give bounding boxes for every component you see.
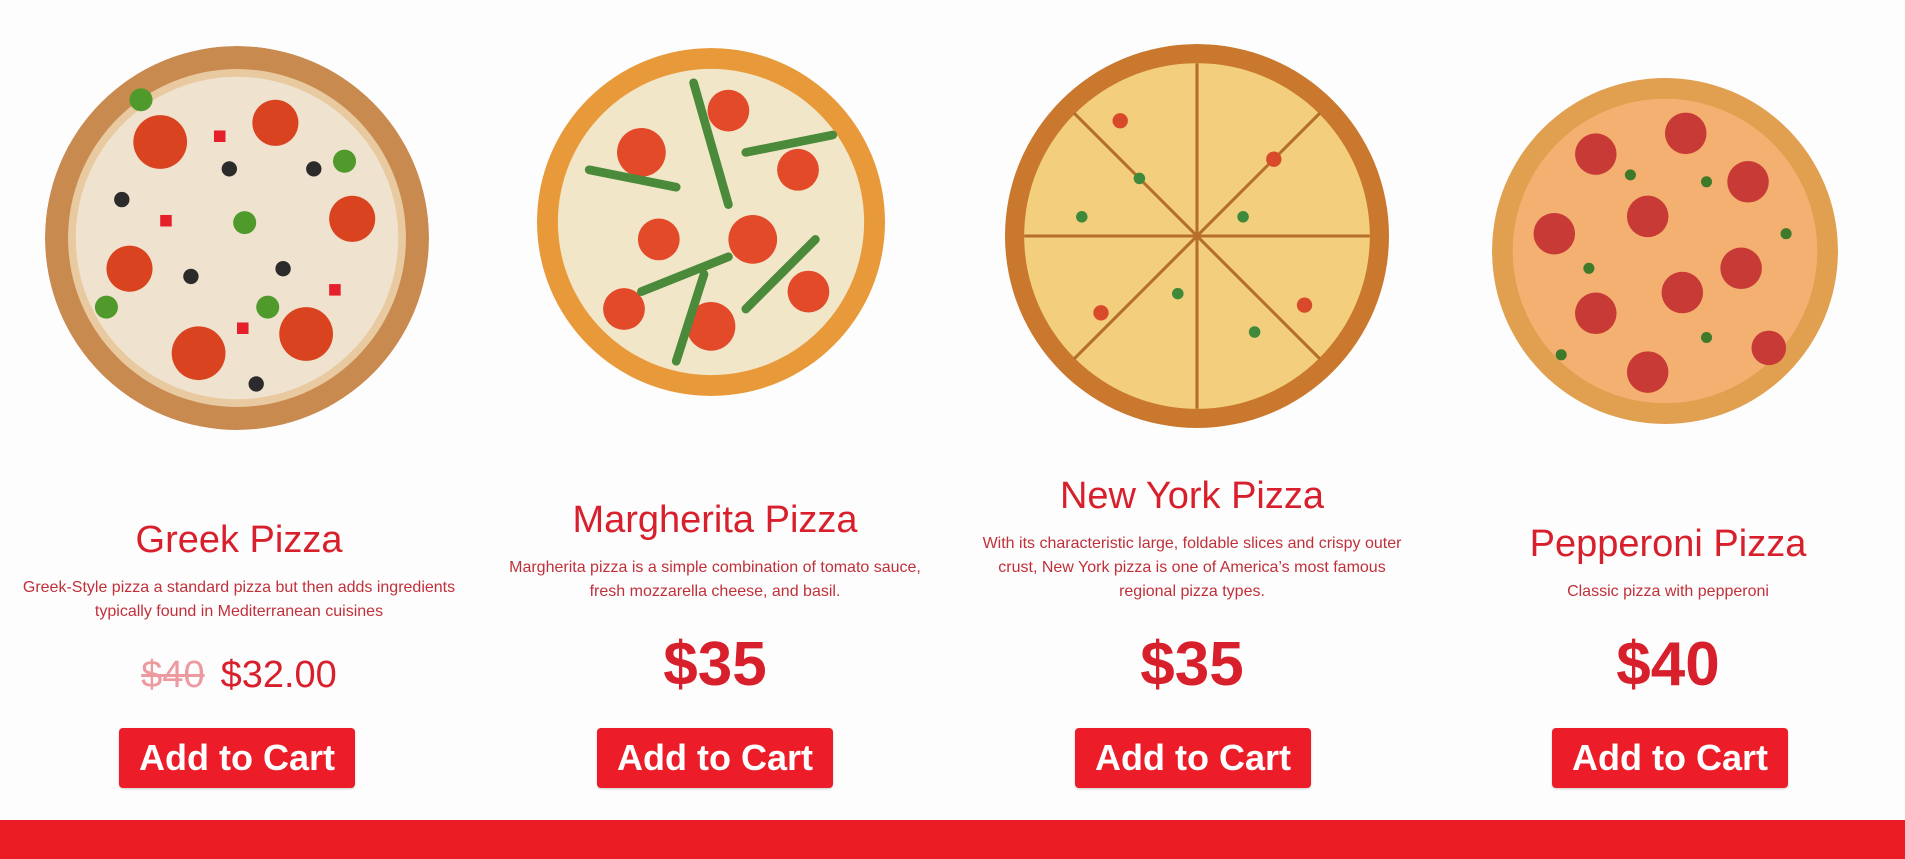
new-york-pizza-image (1002, 44, 1392, 428)
add-to-cart-button[interactable]: Add to Cart (119, 728, 355, 788)
product-title: Pepperoni Pizza (1529, 523, 1807, 565)
price: $35 (663, 630, 767, 699)
price: $40 (1616, 630, 1720, 699)
product-card-new-york-pizza: New York Pizza With its characteristic l… (953, 0, 1431, 820)
add-to-cart-button[interactable]: Add to Cart (1552, 728, 1788, 788)
product-title: Greek Pizza (135, 519, 343, 561)
product-description: Margherita pizza is a simple combination… (509, 559, 921, 600)
price-row: $40 $32.00 (0, 650, 478, 708)
price: $35 (1140, 630, 1244, 699)
sale-price: $32.00 (220, 654, 337, 696)
greek-pizza-image (45, 46, 429, 430)
product-description: Greek-Style pizza a standard pizza but t… (22, 579, 456, 620)
margherita-pizza-image (532, 48, 890, 396)
product-card-greek-pizza: Greek Pizza Greek-Style pizza a standard… (0, 0, 478, 820)
product-card-pepperoni-pizza: Pepperoni Pizza Classic pizza with peppe… (1429, 0, 1905, 820)
product-card-margherita-pizza: Margherita Pizza Margherita pizza is a s… (476, 0, 954, 820)
product-title: Margherita Pizza (572, 499, 858, 541)
product-description: Classic pizza with pepperoni (1567, 583, 1769, 600)
product-description: With its characteristic large, foldable … (982, 535, 1402, 600)
add-to-cart-button[interactable]: Add to Cart (597, 728, 833, 788)
pepperoni-pizza-image (1492, 72, 1838, 430)
product-title: New York Pizza (1059, 475, 1324, 517)
product-grid: Greek Pizza Greek-Style pizza a standard… (0, 0, 1905, 820)
original-price: $40 (141, 654, 205, 696)
footer-bar (0, 820, 1905, 859)
add-to-cart-button[interactable]: Add to Cart (1075, 728, 1311, 788)
